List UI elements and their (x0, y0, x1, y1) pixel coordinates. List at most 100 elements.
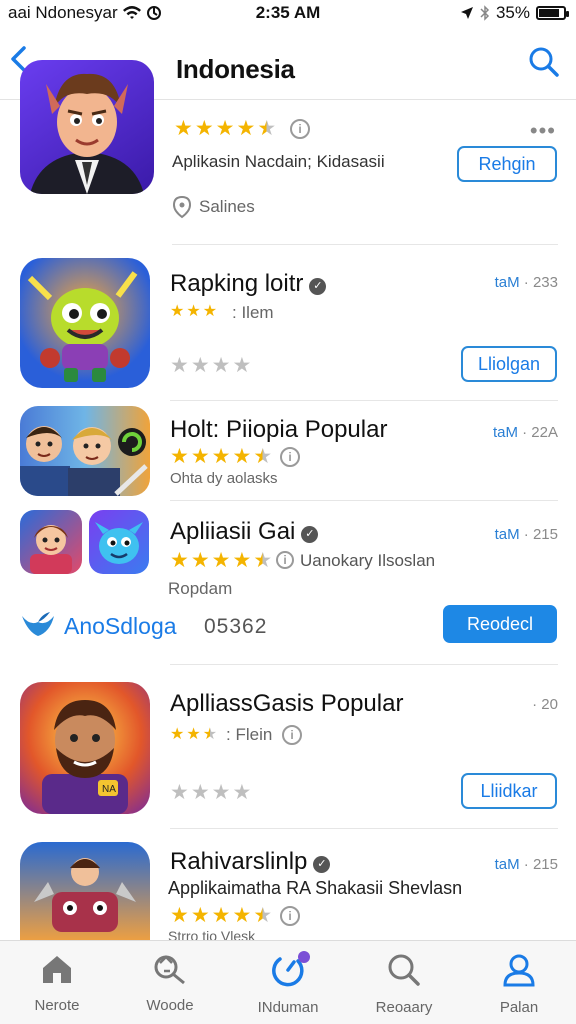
star-icon: ★ (190, 549, 210, 572)
rating-text: Uanokary Ilsoslan (300, 551, 436, 570)
divider (170, 500, 558, 501)
app-icon-robot[interactable] (20, 258, 150, 388)
search-icon[interactable] (528, 46, 560, 78)
star-icon: ★ (170, 726, 185, 743)
divider (170, 664, 558, 665)
promo-count: 05362 (204, 615, 268, 638)
status-right: 35% (460, 3, 569, 23)
star-icon: ★ (170, 354, 189, 377)
app-name[interactable]: AplliassGasis Popular (170, 690, 403, 718)
star-icon: ★ (186, 303, 201, 320)
star-icon: ★ (253, 549, 273, 572)
brand-logo-icon (22, 612, 54, 636)
rating-stars: ★ ★ ★ (170, 727, 217, 743)
location-icon (460, 7, 473, 19)
heroes-characters-icon (20, 426, 148, 496)
app-name[interactable]: Rapking loitr ✓ (170, 270, 327, 298)
rating-text: : Ilem (232, 303, 274, 322)
app-meta: taM · 215 (494, 526, 558, 543)
download-button[interactable]: Reodecl (443, 605, 557, 643)
star-icon: ★ (170, 445, 189, 468)
app-subtitle: Applikaimatha RA Shakasii Shevlasn (168, 878, 463, 898)
star-icon: ★ (211, 904, 231, 927)
blob-character-icon (95, 522, 143, 564)
star-icon: ★ (236, 117, 256, 140)
rating-stars: ★ ★ ★ ★ ★ (170, 446, 272, 467)
tab-home[interactable]: Nerote (7, 949, 107, 1019)
info-icon[interactable]: i (282, 725, 302, 745)
home-icon (43, 956, 71, 983)
verified-badge-icon: ✓ (301, 526, 319, 543)
tab-search[interactable]: Reoaary (354, 949, 454, 1019)
star-icon: ★ (190, 904, 210, 927)
app-icon-girl[interactable] (20, 510, 82, 574)
divider (172, 244, 558, 245)
star-icon: ★ (211, 354, 231, 377)
app-icon-heroes[interactable] (20, 406, 150, 496)
app-icon-robot-rider[interactable] (20, 842, 150, 942)
app-subtitle: Ohta dy aolasks (170, 470, 278, 487)
brand-name: AnoSdloga (64, 613, 177, 639)
get-button[interactable]: Lliolgan (461, 346, 557, 382)
star-icon: ★ (232, 445, 252, 468)
app-subtitle: Aplikasin Nacdain; Kidasasii (172, 152, 385, 171)
battery-icon (536, 6, 569, 20)
divider (170, 400, 558, 401)
app-subtitle: Ropdam (168, 579, 233, 598)
app-name[interactable]: Holt: Piiopia Popular (170, 416, 387, 444)
rating-stars: ★ ★ ★ ★ ★ (170, 550, 272, 571)
battery-percent: 35% (495, 3, 530, 22)
app-name[interactable]: Rahivarslinlp ✓ (170, 848, 331, 876)
app-meta: taM · 233 (494, 274, 558, 291)
app-extra-label: Salines (199, 197, 255, 216)
get-button[interactable]: Rehgin (457, 146, 557, 182)
app-meta: taM · 22A (492, 424, 558, 441)
tab-bar: Nerote Woode INduman Reoaary Palan (0, 940, 576, 1024)
tab-apps[interactable]: INduman (238, 949, 338, 1019)
robot-rider-icon (34, 858, 136, 932)
star-icon: ★ (211, 781, 231, 804)
get-button[interactable]: Lliidkar (461, 773, 557, 809)
tab-label: Palan (499, 999, 539, 1016)
star-icon: ★ (211, 445, 231, 468)
tab-games[interactable]: Woode (120, 949, 220, 1019)
tab-label: Woode (146, 997, 194, 1014)
star-icon: ★ (186, 726, 201, 743)
page-title: Indonesia (176, 54, 295, 84)
app-icon-hero[interactable]: NA (20, 682, 150, 814)
location-pin-icon (172, 195, 192, 219)
battery-fill (539, 9, 560, 17)
app-meta: · 20 (532, 696, 558, 713)
star-icon: ★ (190, 445, 210, 468)
tab-profile[interactable]: Palan (469, 949, 569, 1019)
star-icon: ★ (232, 904, 252, 927)
notification-dot-icon (298, 951, 310, 963)
star-icon: ★ (211, 549, 231, 572)
rating-stars: ★ ★ ★ (170, 304, 217, 320)
info-icon[interactable]: i (276, 551, 294, 569)
info-icon[interactable]: i (280, 447, 300, 467)
star-icon: ★ (232, 781, 252, 804)
star-icon: ★ (257, 117, 277, 140)
tab-label: Nerote (34, 997, 80, 1014)
more-options-icon[interactable]: ••• (530, 118, 556, 144)
tab-label: Reoaary (375, 999, 433, 1016)
rating-stars: ★ ★ ★ ★ ★ (174, 118, 276, 139)
star-icon: ★ (170, 904, 189, 927)
search-icon (388, 954, 420, 986)
bluetooth-icon (480, 5, 490, 21)
app-icon-blob[interactable] (89, 510, 149, 574)
star-icon: ★ (253, 445, 273, 468)
info-icon[interactable]: i (290, 119, 310, 139)
app-name[interactable]: Apliiasii Gai ✓ (170, 518, 319, 546)
info-icon[interactable]: i (280, 906, 300, 926)
app-icon-villain[interactable] (20, 60, 154, 194)
star-icon: ★ (232, 354, 252, 377)
star-icon: ★ (190, 354, 210, 377)
rating-text: : Flein (226, 725, 273, 744)
verified-badge-icon: ✓ (313, 856, 331, 873)
star-icon: ★ (202, 726, 218, 743)
star-icon: ★ (174, 117, 193, 140)
star-icon: ★ (170, 549, 189, 572)
star-icon: ★ (232, 549, 252, 572)
